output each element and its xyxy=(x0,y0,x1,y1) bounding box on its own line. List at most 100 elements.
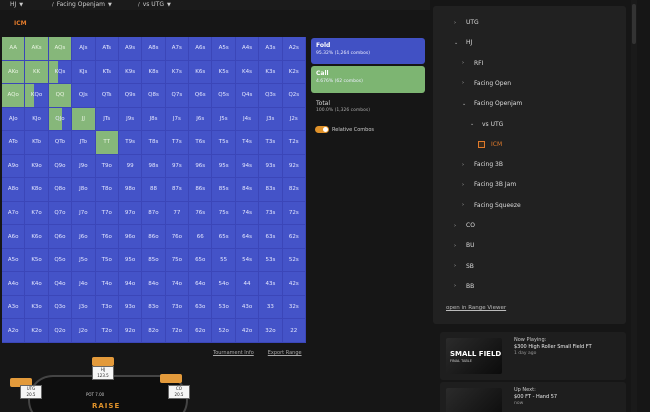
range-cell[interactable]: J5o xyxy=(72,248,96,273)
range-cell[interactable]: 82s xyxy=(282,178,306,202)
range-cell[interactable]: AKs xyxy=(25,37,49,61)
range-cell[interactable]: 63o xyxy=(189,295,213,320)
range-cell[interactable]: 65o xyxy=(189,248,213,273)
range-cell[interactable]: J3s xyxy=(259,107,283,132)
tree-item[interactable]: › SB xyxy=(454,263,474,270)
range-cell[interactable]: 52o xyxy=(212,319,236,343)
range-cell[interactable]: KQs xyxy=(48,60,73,85)
range-cell[interactable]: 84o xyxy=(142,272,166,296)
range-cell[interactable]: 93o xyxy=(118,295,143,320)
range-cell[interactable]: JTo xyxy=(72,131,96,155)
range-cell[interactable]: T2s xyxy=(282,131,306,155)
range-cell[interactable]: 72o xyxy=(165,319,190,343)
range-cell[interactable]: AJo xyxy=(2,107,26,132)
range-cell[interactable]: K4s xyxy=(235,60,260,85)
range-cell[interactable]: K2s xyxy=(282,60,306,85)
range-cell[interactable]: 62o xyxy=(189,319,213,343)
range-cell[interactable]: 76s xyxy=(189,201,213,226)
range-cell[interactable]: Q7s xyxy=(165,84,190,108)
up-next-card[interactable]: Up Next: $00 FT - Hand 57 now xyxy=(440,382,626,412)
range-cell[interactable]: 82o xyxy=(142,319,166,343)
range-cell[interactable]: K7s xyxy=(165,60,190,85)
range-cell[interactable]: K9o xyxy=(25,154,49,179)
range-cell[interactable]: A9s xyxy=(118,37,143,61)
open-range-viewer-link[interactable]: open in Range Viewer xyxy=(446,305,506,311)
range-cell[interactable]: J7s xyxy=(165,107,190,132)
tree-item[interactable]: › RFI xyxy=(462,60,483,67)
range-cell[interactable]: 92o xyxy=(118,319,143,343)
range-cell[interactable]: K8o xyxy=(25,178,49,202)
range-cell[interactable]: 53s xyxy=(259,248,283,273)
range-cell[interactable]: AQs xyxy=(48,37,73,61)
range-cell[interactable]: T5o xyxy=(95,248,119,273)
range-cell[interactable]: Q9o xyxy=(48,154,73,179)
range-cell[interactable]: J2o xyxy=(72,319,96,343)
range-cell[interactable]: QTo xyxy=(48,131,73,155)
range-cell[interactable]: K3s xyxy=(259,60,283,85)
range-cell[interactable]: 55 xyxy=(212,248,236,273)
range-cell[interactable]: 52s xyxy=(282,248,306,273)
range-cell[interactable]: K6o xyxy=(25,225,49,249)
range-cell[interactable]: 43o xyxy=(235,295,260,320)
range-cell[interactable]: Q4s xyxy=(235,84,260,108)
tree-item[interactable]: ⌄ vs UTG xyxy=(470,121,503,128)
range-cell[interactable]: T4s xyxy=(235,131,260,155)
range-cell[interactable]: 87o xyxy=(142,201,166,226)
range-cell[interactable]: J5s xyxy=(212,107,236,132)
range-cell[interactable]: Q3o xyxy=(48,295,73,320)
range-cell[interactable]: 62s xyxy=(282,225,306,249)
range-cell[interactable]: KQo xyxy=(25,84,49,108)
range-cell[interactable]: A3s xyxy=(259,37,283,61)
range-cell[interactable]: J2s xyxy=(282,107,306,132)
range-cell[interactable]: A8s xyxy=(142,37,166,61)
range-cell[interactable]: 64o xyxy=(189,272,213,296)
range-cell[interactable]: JJ xyxy=(72,107,96,132)
range-cell[interactable]: 66 xyxy=(189,225,213,249)
range-cell[interactable]: 33 xyxy=(259,295,283,320)
range-cell[interactable]: AA xyxy=(2,37,26,61)
range-cell[interactable]: A5s xyxy=(212,37,236,61)
range-cell[interactable]: AJs xyxy=(72,37,96,61)
range-cell[interactable]: 92s xyxy=(282,154,306,179)
range-cell[interactable]: K8s xyxy=(142,60,166,85)
range-cell[interactable]: 73o xyxy=(165,295,190,320)
now-playing-card[interactable]: SMALL FIELD FINAL TABLE Now Playing: $30… xyxy=(440,332,626,380)
range-cell[interactable]: K4o xyxy=(25,272,49,296)
range-cell[interactable]: 83s xyxy=(259,178,283,202)
range-cell[interactable]: A4o xyxy=(2,272,26,296)
range-cell[interactable]: K5s xyxy=(212,60,236,85)
range-cell[interactable]: J3o xyxy=(72,295,96,320)
range-cell[interactable]: A3o xyxy=(2,295,26,320)
export-range-link[interactable]: Export Range xyxy=(268,350,302,356)
range-cell[interactable]: 75s xyxy=(212,201,236,226)
range-cell[interactable]: ATs xyxy=(95,37,119,61)
range-cell[interactable]: 94o xyxy=(118,272,143,296)
tree-item[interactable]: › CO xyxy=(454,222,475,229)
range-cell[interactable]: A2s xyxy=(282,37,306,61)
range-cell[interactable]: 97s xyxy=(165,154,190,179)
range-cell[interactable]: 77 xyxy=(165,201,190,226)
range-cell[interactable]: 44 xyxy=(235,272,260,296)
crumb-scenario[interactable]: / Facing Openjam ▼ xyxy=(52,1,112,8)
tree-item[interactable]: ICM xyxy=(478,140,502,148)
range-cell[interactable]: QQ xyxy=(48,84,73,108)
range-cell[interactable]: 32s xyxy=(282,295,306,320)
crumb-position[interactable]: HJ ▼ xyxy=(10,1,23,8)
range-cell[interactable]: 99 xyxy=(118,154,143,179)
range-cell[interactable]: J9o xyxy=(72,154,96,179)
range-cell[interactable]: K6s xyxy=(189,60,213,85)
range-cell[interactable]: T3s xyxy=(259,131,283,155)
range-cell[interactable]: 97o xyxy=(118,201,143,226)
range-cell[interactable]: A8o xyxy=(2,178,26,202)
range-cell[interactable]: 96o xyxy=(118,225,143,249)
range-cell[interactable]: T3o xyxy=(95,295,119,320)
range-cell[interactable]: Q8s xyxy=(142,84,166,108)
range-cell[interactable]: T7o xyxy=(95,201,119,226)
range-cell[interactable]: ATo xyxy=(2,131,26,155)
range-cell[interactable]: Q7o xyxy=(48,201,73,226)
range-cell[interactable]: A7s xyxy=(165,37,190,61)
range-cell[interactable]: T2o xyxy=(95,319,119,343)
range-cell[interactable]: J6o xyxy=(72,225,96,249)
range-cell[interactable]: A9o xyxy=(2,154,26,179)
range-cell[interactable]: 74s xyxy=(235,201,260,226)
